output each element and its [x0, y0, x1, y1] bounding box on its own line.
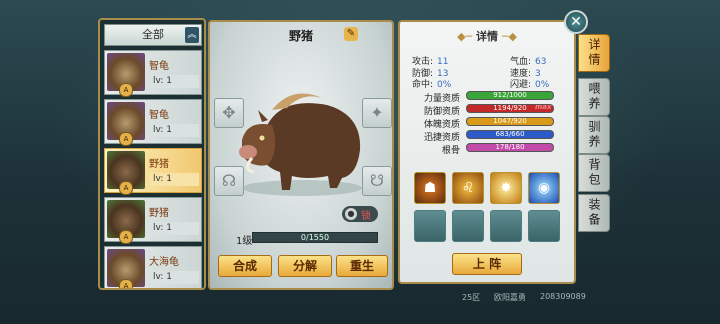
close-icon[interactable]: ✕ [564, 10, 588, 34]
stat-dodge: 闪避: 0% [510, 80, 550, 90]
apt-bar-physique: 1047/920 [466, 117, 554, 126]
empty-skill-slot[interactable] [452, 210, 484, 242]
tab-bag[interactable]: 背包 [578, 154, 610, 192]
pet-name: 大海龟 [149, 257, 179, 268]
apt-label: 体魄资质 [423, 120, 460, 130]
pet-list-item[interactable]: A 大海龟 lv: 1 [104, 246, 202, 288]
apt-label: 防御资质 [423, 107, 460, 117]
apt-value: 178/180 [495, 143, 525, 151]
ornament-left-icon: ◆─ [457, 30, 476, 43]
deploy-button[interactable]: 上 阵 [452, 253, 522, 275]
light-burst-icon[interactable]: ✸ [490, 172, 522, 204]
blue-orb-icon[interactable]: ◉ [528, 172, 560, 204]
rename-edit-icon[interactable]: ✎ [344, 27, 358, 41]
pet-name: 智龟 [149, 110, 169, 121]
pet-level: lv: 1 [149, 173, 199, 186]
combine-button[interactable]: 合成 [218, 255, 272, 277]
rank-badge: A [119, 83, 133, 97]
apt-label: 力量资质 [423, 94, 460, 104]
rank-badge: A [119, 181, 133, 195]
pet-name: 野猪 [149, 159, 169, 170]
decompose-button[interactable]: 分解 [278, 255, 332, 277]
exp-bar: 0/1550 [252, 232, 378, 243]
rank-badge: A [119, 132, 133, 146]
golden-lion-icon[interactable]: ♌ [452, 172, 484, 204]
apt-value: 912/1000 [493, 91, 527, 99]
apt-label: 迅捷资质 [423, 133, 460, 143]
pet-level: lv: 1 [149, 124, 199, 137]
detail-title: 详情 [476, 30, 498, 43]
pet-level: lv: 1 [149, 75, 199, 88]
pet-name: 野猪 [149, 208, 169, 219]
pet-title: 野猪 [288, 29, 313, 43]
filter-label: 全部 [142, 28, 164, 41]
max-badge: max [535, 103, 552, 111]
apt-value: 683/660 [495, 130, 525, 138]
detail-header: ◆─ 详情 ─◆ [398, 28, 576, 44]
server-label: 25区 [462, 293, 481, 302]
tab-equipment[interactable]: 装备 [578, 194, 610, 232]
tab-train[interactable]: 驯养 [578, 116, 610, 154]
rank-badge: A [119, 279, 133, 288]
ornament-right-icon: ─◆ [498, 30, 517, 43]
empty-skill-slot[interactable] [528, 210, 560, 242]
apt-bar-root: 178/180 [466, 143, 554, 152]
player-id: 208309089 [540, 292, 586, 301]
tab-details[interactable]: 详情 [578, 34, 610, 72]
pet-list-item-selected[interactable]: A 野猪 lv: 1 [104, 148, 202, 195]
pet-list-item[interactable]: A 智龟 lv: 1 [104, 50, 202, 97]
apt-label: 根骨 [441, 146, 460, 156]
empty-skill-slot[interactable] [414, 210, 446, 242]
boar-model [239, 93, 362, 196]
pet-level: lv: 1 [149, 222, 199, 235]
collapse-arrow-icon[interactable]: ︽ [185, 27, 199, 43]
pet-list-item[interactable]: A 野猪 lv: 1 [104, 197, 202, 244]
apt-value: 1047/920 [493, 117, 527, 125]
apt-bar-agility: 683/660 [466, 130, 554, 139]
lock-toggle[interactable]: ● 锁 [342, 206, 378, 222]
pet-list-panel: 全部 ︽ A 智龟 lv: 1 A 智龟 lv: 1 A 野猪 lv: 1 A … [98, 18, 206, 290]
player-name: 欧阳嘉勇 [494, 293, 526, 302]
tab-feed[interactable]: 喂养 [578, 78, 610, 116]
pet-list-item[interactable]: A 智龟 lv: 1 [104, 99, 202, 146]
empty-skill-slot[interactable] [490, 210, 522, 242]
rank-badge: A [119, 230, 133, 244]
lock-icon: ● [345, 208, 357, 220]
pet-name: 智龟 [149, 61, 169, 72]
pet-level-label: 1级 [236, 236, 253, 247]
beast-fury-icon[interactable]: ☗ [414, 172, 446, 204]
pet-title-bar: 野猪 ✎ [214, 24, 388, 46]
apt-bar-strength: 912/1000 [466, 91, 554, 100]
reborn-button[interactable]: 重生 [336, 255, 388, 277]
pet-level: lv: 1 [149, 271, 199, 284]
lock-label: 锁 [361, 211, 371, 222]
stat-hit: 命中: 0% [412, 80, 452, 90]
filter-dropdown[interactable]: 全部 ︽ [104, 24, 202, 46]
exp-text: 0/1550 [300, 233, 330, 242]
